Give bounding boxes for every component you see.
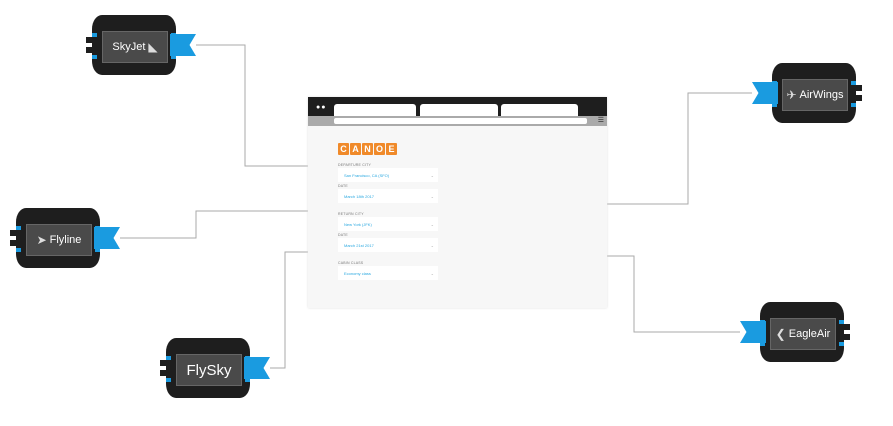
bird-icon: ➤ <box>36 233 47 247</box>
line-skyjet <box>196 44 308 167</box>
field-label: RETURN CITY <box>338 212 364 216</box>
line-airwings <box>607 92 752 205</box>
field-label: DATE <box>338 184 348 188</box>
airline-node-flysky: FlySky <box>160 338 270 398</box>
airline-node-skyjet: SkyJet ◣ <box>86 15 196 75</box>
airline-node-eagleair: ❮ EagleAir <box>740 302 850 362</box>
node-label: EagleAir <box>788 328 831 340</box>
departure-city-select[interactable]: San Francisco, CA (SFO) ⌄ <box>338 168 438 182</box>
plane-tail-icon: ◣ <box>148 40 158 54</box>
browser-tab[interactable] <box>420 104 498 116</box>
browser-titlebar: ●● <box>308 97 607 116</box>
return-date-select[interactable]: March 21st 2017 ⌄ <box>338 238 438 252</box>
chevron-down-icon: ⌄ <box>430 221 434 227</box>
chevron-down-icon: ⌄ <box>430 242 434 248</box>
window-dots: ●● <box>316 104 327 111</box>
browser-window: ●● ☰ CANOE DEPARTURE CITY San Francisco,… <box>308 97 607 308</box>
airline-node-flyline: ➤ Flyline <box>10 208 120 268</box>
chevron-down-icon: ⌄ <box>430 172 434 178</box>
chevron-down-icon: ⌄ <box>430 270 434 276</box>
line-eagleair <box>607 255 740 333</box>
airline-node-airwings: ✈ AirWings <box>752 63 862 123</box>
eagle-icon: ❮ <box>775 327 786 341</box>
winged-globe-icon: ✈ <box>786 88 797 102</box>
browser-tab[interactable] <box>334 104 416 116</box>
field-label: DEPARTURE CITY <box>338 163 372 167</box>
departure-date-select[interactable]: March 18th 2017 ⌄ <box>338 189 438 203</box>
node-label: SkyJet <box>112 41 146 53</box>
browser-tab[interactable] <box>501 104 578 116</box>
field-label: CABIN CLASS <box>338 261 364 265</box>
return-city-select[interactable]: New York (JFK) ⌄ <box>338 217 438 231</box>
node-label: AirWings <box>799 89 844 101</box>
node-label: FlySky <box>186 361 232 379</box>
canoe-logo: CANOE <box>338 143 397 155</box>
node-label: Flyline <box>49 234 82 246</box>
line-flysky <box>270 251 308 369</box>
field-label: DATE <box>338 233 348 237</box>
chevron-down-icon: ⌄ <box>430 193 434 199</box>
cabin-class-select[interactable]: Economy class ⌄ <box>338 266 438 280</box>
hamburger-menu-icon[interactable]: ☰ <box>598 117 604 124</box>
url-input[interactable] <box>334 118 587 124</box>
address-bar: ☰ <box>308 116 607 126</box>
line-flyline <box>120 210 308 239</box>
